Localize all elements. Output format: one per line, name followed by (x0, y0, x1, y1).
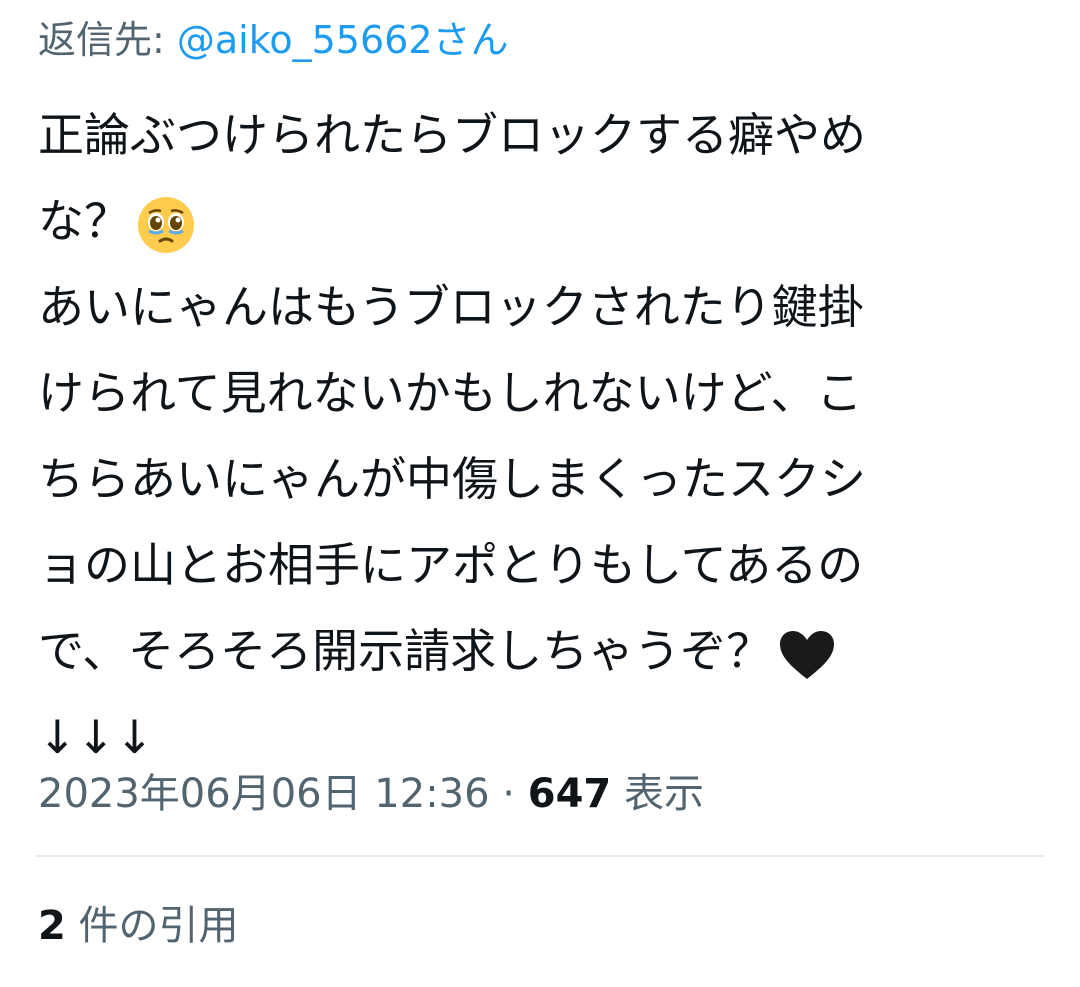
tweet-line-4: けられて見れないかもしれないけど、こ (38, 366, 863, 420)
tweet-text: 正論ぶつけられたらブロックする癖やめ な？ あいにゃんはもうブロックされたり鍵掛… (38, 92, 1038, 780)
views-count: 647 (527, 771, 612, 817)
tweet-line-7: で、そろそろ開示請求しちゃうぞ？ (38, 608, 1038, 694)
pleading-face-emoji-icon (136, 195, 196, 255)
meta-separator: · (489, 771, 528, 817)
tweet-line-3: あいにゃんはもうブロックされたり鍵掛 (38, 280, 864, 334)
quote-tweets-link[interactable]: 2 件の引用 (38, 898, 239, 954)
divider (36, 855, 1044, 857)
tweet-line-2: な？ (38, 178, 1038, 264)
timestamp-link[interactable]: 2023年06月06日 12:36 (38, 771, 490, 817)
tweet-line-2-text: な？ (38, 194, 130, 248)
reply-to-prefix: 返信先: (38, 18, 177, 62)
tweet-line-5: ちらあいにゃんが中傷しまくったスクシ (38, 452, 866, 506)
tweet-line-7-text: で、そろそろ開示請求しちゃうぞ？ (38, 624, 773, 678)
tweet-line-6: ョの山とお相手にアポとりもしてあるの (38, 538, 864, 592)
reply-to-line: 返信先: @aiko_55662さん (38, 14, 509, 66)
black-heart-emoji-icon (778, 629, 836, 681)
quote-count: 2 (38, 903, 66, 949)
quote-label: 件の引用 (65, 903, 239, 949)
tweet-meta: 2023年06月06日 12:36 · 647 表示 (38, 766, 704, 822)
views-label: 表示 (611, 771, 704, 817)
reply-to-handle-link[interactable]: @aiko_55662さん (177, 18, 509, 62)
tweet-line-1: 正論ぶつけられたらブロックする癖やめ (38, 108, 866, 162)
